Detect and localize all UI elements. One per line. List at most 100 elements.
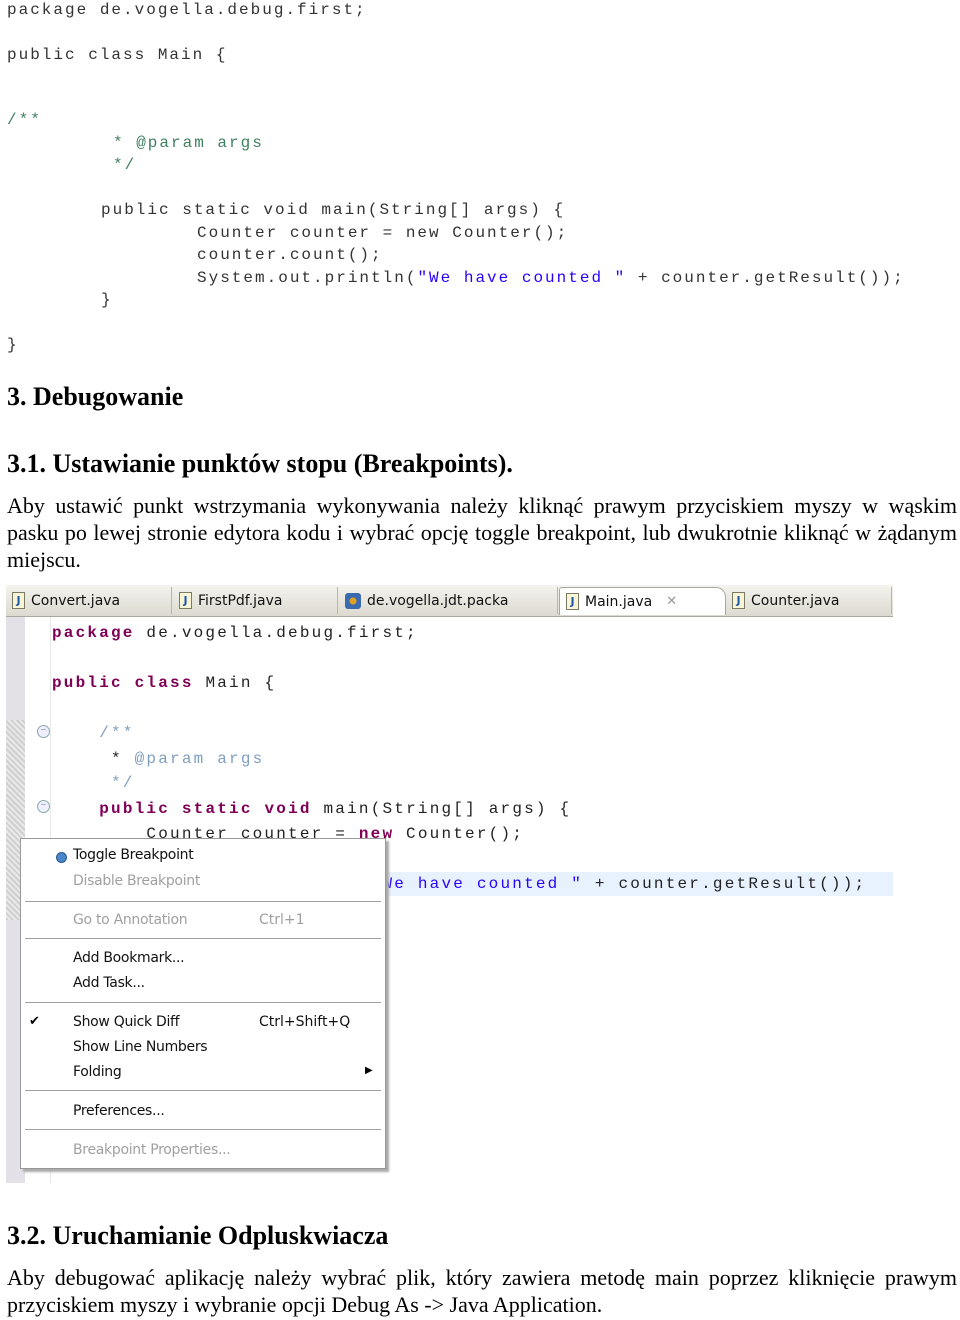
code-token: main(String[] args) { [311,800,572,818]
tab-label: Counter.java [751,592,840,609]
menu-item-show-quick-diff[interactable]: Show Quick Diff Ctrl+Shift+Q ✔ [21,1012,385,1034]
tab-de-vogella-jdt-packa[interactable]: de.vogella.jdt.packa [339,587,558,614]
menu-item-label: Add Task... [73,975,145,991]
tab-label: Convert.java [31,592,121,609]
menu-item-show-line-numbers[interactable]: Show Line Numbers [21,1037,385,1059]
tab-firstpdf-java[interactable]: J FirstPdf.java [173,587,338,614]
menu-separator [25,938,381,939]
java-file-icon: J [179,592,192,609]
menu-item-folding[interactable]: Folding ▶ [21,1062,385,1084]
tab-convert-java[interactable]: J Convert.java [6,587,172,614]
menu-separator [25,1002,381,1003]
code-line: */ [113,155,136,175]
paragraph: Aby debugować aplikację należy wybrać pl… [7,1265,957,1317]
code-token: public class Main { [7,46,228,64]
menu-item-label: Go to Annotation [73,912,188,928]
paragraph: Aby ustawić punkt wstrzymania wykonywani… [7,493,957,572]
menu-item-preferences[interactable]: Preferences... [21,1101,385,1123]
package-icon [345,592,361,609]
eclipse-editor-screenshot: J Convert.java J FirstPdf.java de.vogella.jd… [6,585,893,1183]
menu-item-label: Add Bookmark... [73,950,185,966]
menu-separator [25,901,381,902]
tab-main-java[interactable]: J Main.java ✕ [559,587,726,615]
code-token: + counter.getResult()); [626,269,905,287]
code-token: + counter.getResult()); [583,875,867,893]
code-line: } [7,335,19,355]
document-page: package de.vogella.debug.first; public cl… [0,0,960,1320]
code-line: counter.count(); [197,245,383,265]
menu-item-label: Show Line Numbers [73,1039,208,1055]
subsection-heading: 3.1. Ustawianie punktów stopu (Breakpoin… [7,449,513,478]
checkmark-icon: ✔ [29,1014,40,1029]
code-token: public static void main(String[] args) { [101,201,566,219]
code-line: /** [7,110,42,130]
menu-item-toggle-breakpoint[interactable]: Toggle Breakpoint [21,845,385,867]
java-file-icon: J [12,592,25,609]
submenu-arrow-icon: ▶ [365,1065,373,1076]
code-token: System.out.println( [197,269,418,287]
context-menu: Toggle Breakpoint Disable Breakpoint Go to… [20,838,386,1169]
code-token: */ [113,156,137,174]
code-line: package de.vogella.debug.first; [52,622,418,644]
code-token: public [52,674,123,692]
code-token: args [205,750,265,768]
tab-counter-java[interactable]: J Counter.java [726,587,892,614]
code-line: public static void main(String[] args) { [101,200,565,220]
fold-collapse-icon[interactable]: − [37,725,50,738]
code-token: Main { [193,674,277,692]
code-token: * [52,750,135,768]
code-token: "We have counted " [417,269,627,287]
code-line: } [101,290,113,310]
menu-item-label: Preferences... [73,1103,165,1119]
menu-item-go-to-annotation: Go to Annotation Ctrl+1 [21,910,385,932]
code-token: counter.count(); [197,246,383,264]
code-line: package de.vogella.debug.first; [7,0,367,20]
code-token: Counter(); [394,825,525,843]
code-line: * @param args [52,748,264,770]
menu-item-label: Toggle Breakpoint [73,847,194,863]
menu-item-breakpoint-properties: Breakpoint Properties... [21,1140,385,1162]
code-token: * @param args [113,134,264,152]
tab-label: Main.java [585,593,653,610]
section-heading: 3. Debugowanie [7,382,184,411]
breakpoint-icon [56,852,67,863]
menu-item-shortcut: Ctrl+1 [259,912,305,928]
code-line: */ [52,772,135,794]
menu-item-shortcut: Ctrl+Shift+Q [259,1014,351,1030]
menu-item-label: Folding [73,1064,122,1080]
code-token: /** [7,111,42,129]
code-token: static [181,800,253,818]
tab-label: de.vogella.jdt.packa [367,592,509,609]
code-line: System.out.println("We have counted " + … [197,268,905,288]
tab-label: FirstPdf.java [198,592,283,609]
code-token: Counter counter = new Counter(); [197,224,569,242]
code-line: public class Main { [52,672,276,694]
code-line: * @param args [113,133,264,153]
code-token: */ [52,774,135,792]
menu-item-label: Show Quick Diff [73,1014,180,1030]
code-token: @param [134,750,206,768]
java-file-icon: J [732,592,745,609]
menu-separator [25,1090,381,1091]
fold-collapse-icon[interactable]: − [37,800,50,813]
code-line: Counter counter = new Counter(); [197,223,568,243]
code-token: package de.vogella.debug.first; [7,1,367,19]
code-token: "We have counted " [370,875,584,893]
close-icon[interactable]: ✕ [666,594,677,609]
menu-item-label: Breakpoint Properties... [73,1142,231,1158]
code-token: public [99,800,171,818]
code-token: /** [52,724,135,742]
code-token: } [101,291,113,309]
editor-tabs: J Convert.java J FirstPdf.java de.vogella.jd… [6,585,893,617]
code-line: public static void main(String[] args) { [52,798,571,820]
code-token: class [134,674,194,692]
menu-item-label: Disable Breakpoint [73,873,201,889]
code-token: package [52,624,135,642]
menu-item-add-bookmark[interactable]: Add Bookmark... [21,948,385,970]
menu-item-disable-breakpoint: Disable Breakpoint [21,871,385,893]
menu-item-add-task[interactable]: Add Task... [21,973,385,995]
